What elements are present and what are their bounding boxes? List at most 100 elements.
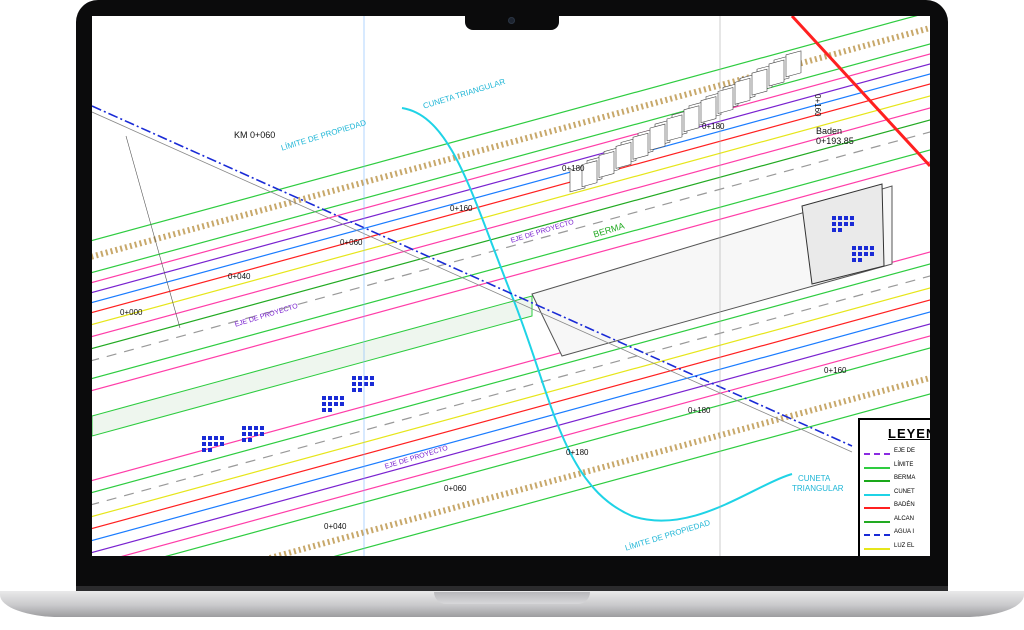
equipment-marker: [838, 216, 842, 220]
equipment-marker: [202, 436, 206, 440]
station-label: 0+040: [324, 522, 347, 531]
station-label: 0+160: [824, 366, 847, 375]
equipment-marker: [352, 382, 356, 386]
station-label: 0+180: [562, 164, 585, 173]
equipment-marker: [334, 396, 338, 400]
legend-label: CUNET: [894, 488, 915, 495]
legend-swatch: [864, 547, 890, 550]
legend-label: AGUA I: [894, 529, 915, 535]
equipment-marker: [242, 432, 246, 436]
thumb-notch: [434, 592, 590, 604]
equipment-marker: [844, 216, 848, 220]
equipment-marker: [370, 376, 374, 380]
equipment-marker: [328, 402, 332, 406]
equipment-marker: [858, 252, 862, 256]
station-label: 0+060: [340, 238, 363, 247]
equipment-marker: [850, 222, 854, 226]
equipment-marker: [858, 258, 862, 262]
legend-label: EJE DE: [894, 448, 916, 454]
station-label: 0+000: [120, 308, 143, 317]
legend-row: EJE DE: [864, 448, 930, 458]
legend-label: BADÉN: [894, 502, 915, 508]
baden-label: Baden: [816, 126, 843, 136]
equipment-marker: [202, 442, 206, 446]
parking-bay: [632, 132, 649, 160]
station-label: 0+180: [702, 122, 725, 131]
equipment-marker: [358, 376, 362, 380]
legend-swatch: [864, 493, 890, 496]
triangular-label: TRIANGULAR: [792, 484, 844, 493]
legend-swatch: [864, 466, 890, 469]
equipment-marker: [322, 396, 326, 400]
equipment-marker: [248, 432, 252, 436]
parking-bay: [666, 114, 683, 142]
station-label: 0+160: [813, 94, 822, 117]
equipment-marker: [340, 396, 344, 400]
equipment-marker: [352, 376, 356, 380]
station-label: 0+060: [444, 484, 467, 493]
parking-bay: [751, 68, 768, 96]
equipment-marker: [260, 432, 264, 436]
legend-row: CUNET: [864, 489, 930, 499]
leader-line: [125, 135, 181, 329]
equipment-marker: [242, 426, 246, 430]
equipment-marker: [202, 448, 206, 452]
legend-panel: LEYEND EJE DE LÍMITE BERMA CUNET BADÉN ALCAN A…: [858, 418, 930, 556]
station-label: 0+160: [450, 204, 473, 213]
equipment-marker: [864, 252, 868, 256]
equipment-marker: [852, 246, 856, 250]
equipment-marker: [208, 436, 212, 440]
parking-bay: [649, 123, 666, 151]
parking-bay: [785, 50, 802, 78]
bottom-bezel: [76, 556, 948, 588]
legend-swatch: [864, 534, 890, 536]
equipment-marker: [864, 246, 868, 250]
equipment-marker: [214, 436, 218, 440]
equipment-marker: [352, 388, 356, 392]
legend-row: ALCAN: [864, 516, 930, 526]
legend-row: BERMA: [864, 475, 930, 485]
legend-swatch: [864, 480, 890, 482]
equipment-marker: [870, 246, 874, 250]
equipment-marker: [248, 438, 252, 442]
equipment-marker: [358, 382, 362, 386]
equipment-marker: [260, 426, 264, 430]
parking-bay: [615, 141, 632, 169]
equipment-marker: [340, 402, 344, 406]
equipment-marker: [242, 438, 246, 442]
legend-label: LÍMITE: [894, 461, 914, 468]
equipment-marker: [322, 408, 326, 412]
parking-bays: [569, 50, 802, 193]
equipment-marker: [832, 216, 836, 220]
equipment-marker: [220, 442, 224, 446]
equipment-marker: [254, 426, 258, 430]
equipment-marker: [220, 436, 224, 440]
equipment-marker: [248, 426, 252, 430]
equipment-marker: [328, 408, 332, 412]
parking-bay: [768, 59, 785, 87]
station-label: 0+040: [228, 272, 251, 281]
legend-row: LÍMITE: [864, 462, 930, 472]
baden-km-label: 0+193.85: [816, 136, 854, 146]
legend-row: LUZ EL: [864, 543, 930, 553]
station-label: 0+180: [566, 448, 589, 457]
equipment-marker: [832, 228, 836, 232]
equipment-marker: [844, 222, 848, 226]
parking-bay: [683, 105, 700, 133]
equipment-marker: [208, 448, 212, 452]
legend-swatch: [864, 520, 890, 523]
equipment-marker: [364, 376, 368, 380]
legend-label: BERMA: [894, 475, 916, 481]
equipment-marker: [328, 396, 332, 400]
camera-icon: [508, 17, 515, 24]
baden-line: [790, 16, 930, 168]
equipment-marker: [208, 442, 212, 446]
legend-title: LEYEND: [888, 426, 930, 441]
equipment-marker: [870, 252, 874, 256]
equipment-marker: [852, 252, 856, 256]
camera-notch: [465, 12, 559, 30]
cad-drawing-screen[interactable]: KM 0+060 LÍMITE DE PROPIEDAD CUNETA TRIA…: [92, 16, 930, 556]
cuneta-label: CUNETA: [798, 474, 831, 483]
equipment-marker: [254, 432, 258, 436]
legend-label: ALCAN: [894, 515, 915, 522]
